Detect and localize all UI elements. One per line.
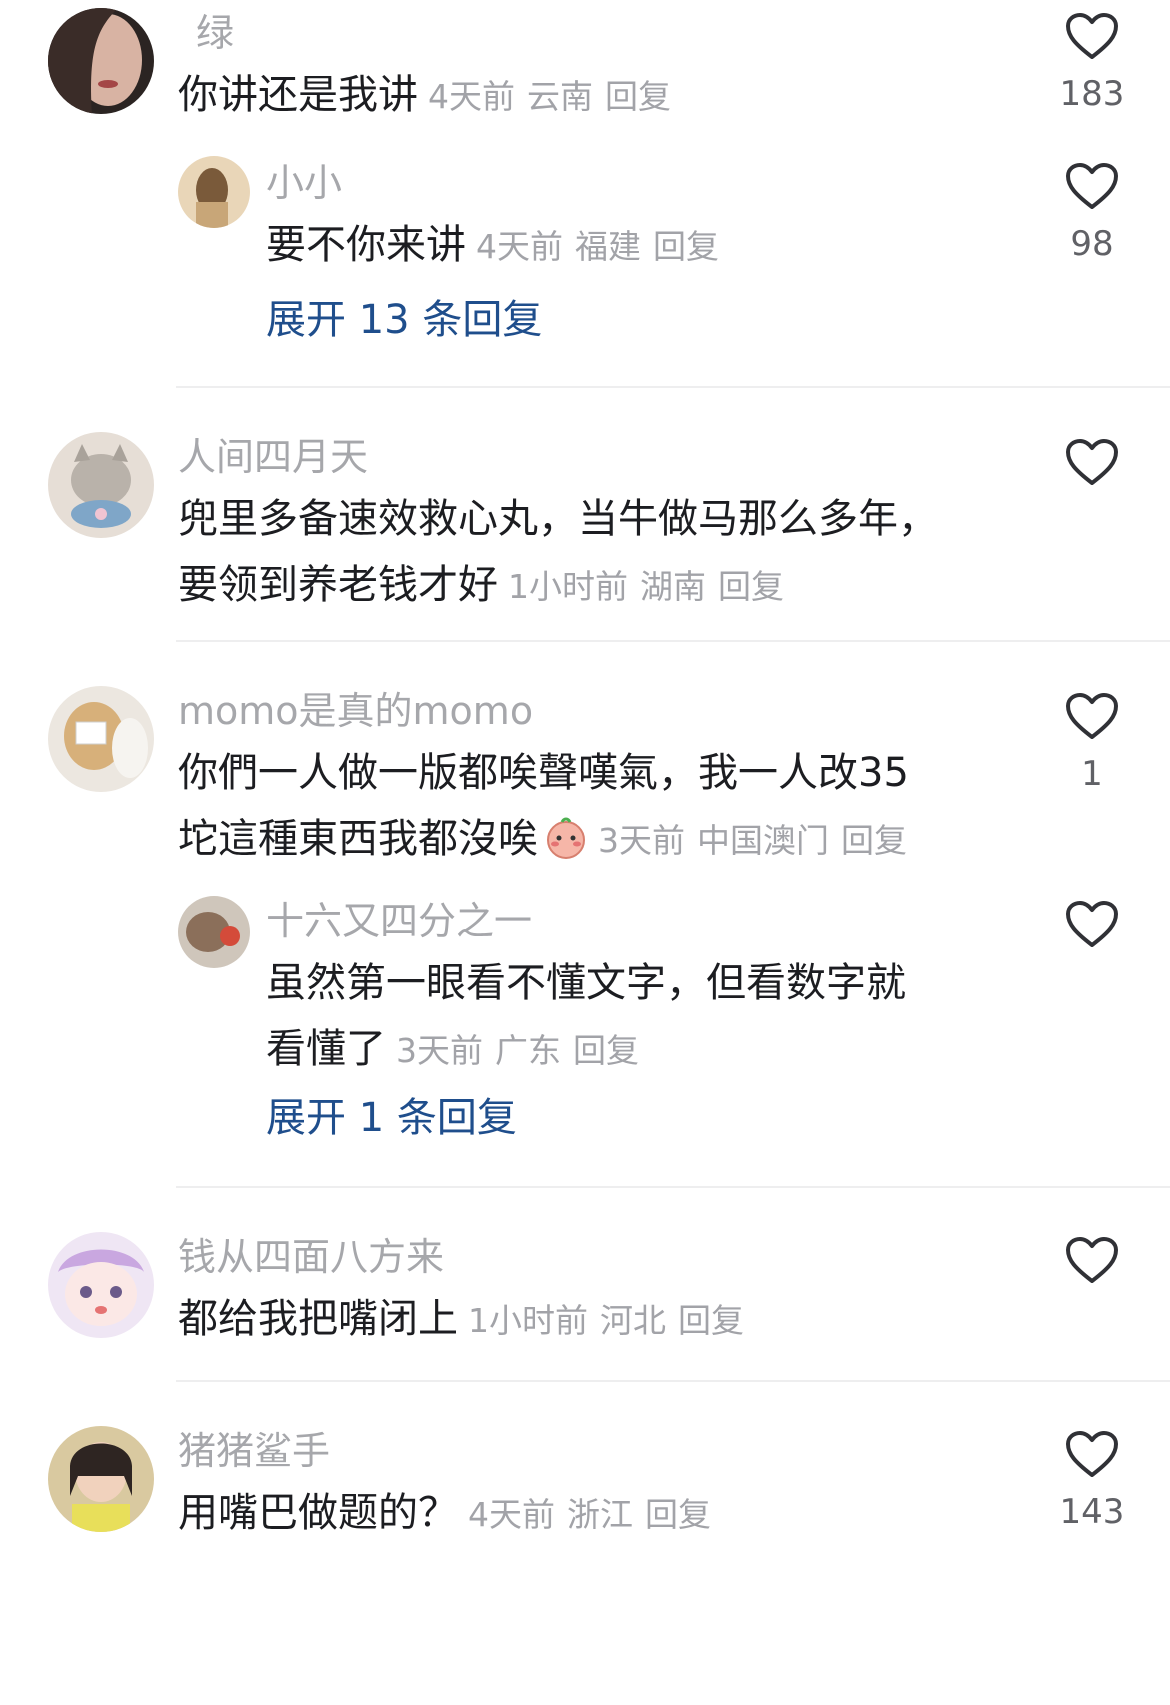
comment-author[interactable]: 绿 bbox=[196, 10, 234, 56]
like-count: 1 bbox=[1081, 754, 1103, 794]
reply-author[interactable]: 十六又四分之一 bbox=[266, 898, 532, 944]
comment-time: 3天前 bbox=[598, 821, 685, 860]
comment-location: 河北 bbox=[600, 1301, 666, 1340]
reply-text: 虽然第一眼看不懂文字，但看数字就看懂了 3天前 广东 回复 bbox=[266, 950, 936, 1084]
comment-content: 你讲还是我讲 bbox=[178, 72, 418, 118]
comment-time: 4天前 bbox=[428, 77, 515, 116]
reply-time: 3天前 bbox=[396, 1031, 483, 1070]
comment-time: 4天前 bbox=[468, 1495, 555, 1534]
reply-button[interactable]: 回复 bbox=[678, 1301, 744, 1340]
comment-location: 中国澳门 bbox=[697, 821, 829, 860]
like-count: 98 bbox=[1070, 224, 1114, 264]
divider bbox=[176, 386, 1170, 388]
avatar[interactable] bbox=[178, 156, 250, 228]
reply-button[interactable]: 回复 bbox=[653, 227, 719, 266]
avatar[interactable] bbox=[48, 686, 154, 792]
divider bbox=[176, 640, 1170, 642]
comment-meta: 4天前 云南 回复 bbox=[428, 77, 683, 116]
comment-author[interactable]: 人间四月天 bbox=[178, 434, 368, 480]
comment-author[interactable]: 猪猪鲨手 bbox=[178, 1428, 330, 1474]
like-button[interactable]: 183 bbox=[1052, 12, 1132, 114]
avatar[interactable] bbox=[48, 1232, 154, 1338]
reply-author[interactable]: 小小 bbox=[266, 160, 342, 206]
avatar[interactable] bbox=[48, 1426, 154, 1532]
like-button[interactable]: 98 bbox=[1052, 162, 1132, 264]
comment-time: 1小时前 bbox=[508, 567, 628, 606]
comment-location: 湖南 bbox=[640, 567, 706, 606]
comment-content: 都给我把嘴闭上 bbox=[178, 1296, 458, 1342]
reply-location: 福建 bbox=[575, 227, 641, 266]
heart-outline-icon bbox=[1065, 900, 1119, 948]
avatar[interactable] bbox=[48, 432, 154, 538]
like-button[interactable]: 1 bbox=[1052, 692, 1132, 794]
divider bbox=[176, 1186, 1170, 1188]
expand-replies-link[interactable]: 展开 13 条回复 bbox=[266, 296, 542, 344]
comment-location: 云南 bbox=[527, 77, 593, 116]
like-count: 143 bbox=[1059, 1492, 1125, 1532]
reply-meta: 4天前 福建 回复 bbox=[476, 227, 731, 266]
heart-outline-icon bbox=[1065, 1430, 1119, 1478]
heart-outline-icon bbox=[1065, 692, 1119, 740]
heart-outline-icon bbox=[1065, 162, 1119, 210]
reply-button[interactable]: 回复 bbox=[645, 1495, 711, 1534]
reply-text: 要不你来讲 4天前 福建 回复 bbox=[266, 212, 966, 280]
comment-author[interactable]: 钱从四面八方来 bbox=[178, 1234, 444, 1280]
comment-time: 1小时前 bbox=[468, 1301, 588, 1340]
comment-meta: 4天前 浙江 回复 bbox=[468, 1495, 723, 1534]
expand-replies-link[interactable]: 展开 1 条回复 bbox=[266, 1094, 517, 1142]
like-button[interactable] bbox=[1052, 900, 1132, 962]
like-button[interactable]: 143 bbox=[1052, 1430, 1132, 1532]
avatar[interactable] bbox=[178, 896, 250, 968]
like-button[interactable] bbox=[1052, 438, 1132, 500]
heart-outline-icon bbox=[1065, 438, 1119, 486]
reply-meta: 3天前 广东 回复 bbox=[396, 1031, 651, 1070]
reply-time: 4天前 bbox=[476, 227, 563, 266]
comment-location: 浙江 bbox=[567, 1495, 633, 1534]
reply-location: 广东 bbox=[495, 1031, 561, 1070]
like-button[interactable] bbox=[1052, 1236, 1132, 1298]
divider bbox=[176, 1380, 1170, 1382]
comment-author[interactable]: momo是真的momo bbox=[178, 688, 533, 734]
comment-text: 你們一人做一版都唉聲嘆氣，我一人改35坨這種東西我都沒唉 3天前 中国澳门 回复 bbox=[178, 740, 938, 874]
avatar[interactable] bbox=[48, 8, 154, 114]
heart-outline-icon bbox=[1065, 1236, 1119, 1284]
heart-outline-icon bbox=[1065, 12, 1119, 60]
reply-button[interactable]: 回复 bbox=[718, 567, 784, 606]
comment-meta: 1小时前 河北 回复 bbox=[468, 1301, 756, 1340]
comment-meta: 3天前 中国澳门 回复 bbox=[598, 821, 919, 860]
comment-text: 用嘴巴做题的？ 4天前 浙江 回复 bbox=[178, 1480, 938, 1548]
comment-text: 兜里多备速效救心丸，当牛做马那么多年，要领到养老钱才好 1小时前 湖南 回复 bbox=[178, 486, 938, 620]
reply-content: 要不你来讲 bbox=[266, 222, 466, 268]
reply-button[interactable]: 回复 bbox=[573, 1031, 639, 1070]
comment-meta: 1小时前 湖南 回复 bbox=[508, 567, 796, 606]
reply-button[interactable]: 回复 bbox=[841, 821, 907, 860]
comment-text: 都给我把嘴闭上 1小时前 河北 回复 bbox=[178, 1286, 938, 1354]
comment-content: 用嘴巴做题的？ bbox=[178, 1490, 458, 1536]
blushing-face-emoji bbox=[547, 817, 585, 859]
comment-text: 你讲还是我讲 4天前 云南 回复 bbox=[178, 62, 978, 130]
reply-button[interactable]: 回复 bbox=[605, 77, 671, 116]
like-count: 183 bbox=[1059, 74, 1125, 114]
